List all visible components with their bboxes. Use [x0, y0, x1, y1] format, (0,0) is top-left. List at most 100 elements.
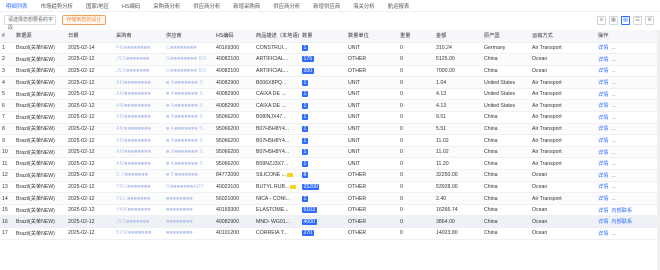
column-header[interactable]: 数量	[300, 30, 346, 43]
tab-2[interactable]: 国家/地区	[86, 2, 109, 10]
table-row[interactable]: 8 Brazil(关单NEW) 2025-02-12 AM■■■■■■■■ ■ A■■■…	[0, 123, 660, 136]
column-header[interactable]: 原产国	[482, 30, 530, 43]
detail-link[interactable]: 详情	[598, 208, 608, 214]
detail-link[interactable]: 详情	[598, 57, 608, 63]
column-header[interactable]: 运输方式	[530, 30, 596, 43]
tab-1[interactable]: 市场趋势分析	[41, 2, 73, 10]
more-link[interactable]: 内部联系	[611, 219, 632, 225]
table-row[interactable]: 15 Brazil(关单NEW) 2025-02-12 YAM■■■■■■■ ■■■■■…	[0, 204, 660, 217]
tab-4[interactable]: 采购商分析	[153, 2, 180, 10]
cell-origin: United States	[482, 76, 530, 89]
more-link[interactable]: ...	[611, 161, 615, 167]
desc-text: ELASTOME...	[256, 207, 289, 214]
table-row[interactable]: 10 Brazil(关单NEW) 2025-02-12 AM■■■■■■■■ ■ A■■…	[0, 146, 660, 159]
detail-link[interactable]: 详情	[598, 103, 608, 109]
grid-icon[interactable]: ▦	[609, 15, 618, 25]
table-row[interactable]: 1 Brazil(关单NEW) 2025-02-14 PR■■■■■■■■ C■■■■■…	[0, 42, 660, 55]
cell-no: 17	[0, 227, 14, 240]
column-header[interactable]: 数量单位	[346, 30, 398, 43]
save-design-button[interactable]: 存储到您的设计	[62, 15, 106, 25]
detail-link[interactable]: 详情	[598, 161, 608, 167]
column-header[interactable]: 金额	[434, 30, 482, 43]
tab-0[interactable]: 明细列表	[6, 2, 28, 10]
more-link[interactable]: 内部联系	[611, 208, 632, 214]
src-text: Brazil(关单NEW)	[16, 196, 55, 203]
detail-link[interactable]: 详情	[598, 45, 608, 51]
more-link[interactable]: ...	[611, 80, 615, 86]
table-row[interactable]: 9 Brazil(关单NEW) 2025-02-12 AM■■■■■■■■ ■ A■■■…	[0, 134, 660, 147]
column-header[interactable]: 供应商	[164, 30, 214, 43]
more-link[interactable]: ...	[611, 150, 615, 156]
table-row[interactable]: 7 Brazil(关单NEW) 2025-02-12 AM■■■■■■■■ ■ A■■■…	[0, 111, 660, 124]
table-row[interactable]: 13 Brazil(关单NEW) 2025-02-12 TRU■■■■■■■ R■■■■…	[0, 181, 660, 194]
table-row[interactable]: 12 Brazil(关单NEW) 2025-02-12 S T■■■■■■■ ■ P■■…	[0, 169, 660, 182]
tab-6[interactable]: 新增采购商	[233, 2, 260, 10]
supplier-text: G■■■■■■■■ BO	[166, 56, 207, 63]
table-row[interactable]: 5 Brazil(关单NEW) 2025-02-12 AM■■■■■■■■ ■ A■■■…	[0, 88, 660, 101]
list-icon[interactable]: ☰	[633, 15, 642, 25]
tab-8[interactable]: 新增供应商	[313, 2, 340, 10]
detail-link[interactable]: 详情	[598, 138, 608, 144]
column-header[interactable]: 商品描述（本地语)	[254, 30, 300, 43]
table-row[interactable]: 4 Brazil(关单NEW) 2025-02-12 AM■■■■■■■■ ■ A■■■…	[0, 76, 660, 89]
more-link[interactable]: ...	[611, 68, 615, 74]
table-row[interactable]: 3 Brazil(关单NEW) 2025-02-12 JSX■■■■■■■ G■■■■■…	[0, 65, 660, 78]
supplier-text: C■■■■■■■■	[166, 44, 197, 51]
filter-icon[interactable]: ⊘	[597, 15, 606, 25]
table-row[interactable]: 14 Brazil(关单NEW) 2025-02-12 TEC■■■■■■■ ■■■■■…	[0, 192, 660, 205]
cell-date: 2025-02-12	[66, 146, 114, 159]
cell-desc: ELASTOME...	[254, 204, 300, 217]
table-row[interactable]: 6 Brazil(关单NEW) 2025-02-12 AM■■■■■■■■ ■ A■■■…	[0, 99, 660, 113]
column-header[interactable]: 重量	[398, 30, 434, 43]
cell-buyer: S T■■■■■■■	[114, 169, 164, 182]
detail-link[interactable]: 详情	[598, 115, 608, 121]
more-link[interactable]: ...	[611, 138, 615, 144]
tab-9[interactable]: 海关分析	[353, 2, 375, 10]
tab-10[interactable]: 航运报表	[388, 2, 410, 10]
column-header[interactable]: #	[0, 30, 14, 43]
detail-link[interactable]: 详情	[598, 126, 608, 132]
supplier-text: ■ A■■■■■■■ S	[166, 137, 203, 144]
cell-qty: 1	[300, 134, 346, 147]
detail-link[interactable]: 详情	[598, 196, 608, 202]
settings-icon[interactable]: ⚙	[645, 15, 654, 25]
more-link[interactable]: ...	[611, 57, 615, 63]
more-link[interactable]: ...	[611, 231, 615, 237]
more-link[interactable]: ...	[611, 92, 615, 98]
tab-3[interactable]: HS编码	[122, 2, 140, 10]
table-row[interactable]: 17 Brazil(关单NEW) 2025-02-12 BOR■■■■■■■ ■■■■■…	[0, 227, 660, 240]
column-header[interactable]: HS编码	[214, 30, 254, 43]
detail-link[interactable]: 详情	[598, 219, 608, 225]
cell-src: Brazil(关单NEW)	[14, 146, 66, 159]
detail-link[interactable]: 详情	[598, 92, 608, 98]
more-link[interactable]: ...	[611, 45, 615, 51]
table-row[interactable]: 2 Brazil(关单NEW) 2025-02-12 JSX■■■■■■■ G■■■■■…	[0, 53, 660, 66]
tab-7[interactable]: 供应商分析	[273, 2, 300, 10]
cell-qty: 1	[300, 111, 346, 124]
more-link[interactable]: ...	[611, 126, 615, 132]
supplier-text: ■■■■■■■■	[166, 218, 193, 225]
table-row[interactable]: 16 Brazil(关单NEW) 2025-02-12 JSX■■■■■■■ ■■■■■…	[0, 215, 660, 228]
table-icon[interactable]: ▤	[621, 15, 630, 25]
more-link[interactable]: ...	[611, 184, 615, 190]
hs-text: 95066200	[216, 114, 240, 121]
column-header[interactable]: 操作	[596, 30, 660, 43]
more-link[interactable]: ...	[611, 196, 615, 202]
detail-link[interactable]: 详情	[598, 231, 608, 237]
more-link[interactable]: ...	[611, 115, 615, 121]
column-header[interactable]: 采购商	[114, 30, 164, 43]
detail-link[interactable]: 详情	[598, 184, 608, 190]
column-header[interactable]: 日期	[66, 30, 114, 43]
detail-link[interactable]: 详情	[598, 150, 608, 156]
column-header[interactable]: 数据源	[14, 30, 66, 43]
detail-link[interactable]: 详情	[598, 80, 608, 86]
detail-link[interactable]: 详情	[598, 173, 608, 179]
more-link[interactable]: ...	[611, 173, 615, 179]
no-text: 4	[2, 79, 5, 86]
field-select[interactable]: 请选择您想要看的字段	[4, 15, 56, 31]
tab-5[interactable]: 供应商分析	[193, 2, 220, 10]
detail-link[interactable]: 详情	[598, 68, 608, 74]
table-row[interactable]: 11 Brazil(关单NEW) 2025-02-12 AM■■■■■■■■ ■ A■■…	[0, 157, 660, 171]
more-link[interactable]: ...	[611, 103, 615, 109]
hs-text: 95066200	[216, 125, 240, 132]
